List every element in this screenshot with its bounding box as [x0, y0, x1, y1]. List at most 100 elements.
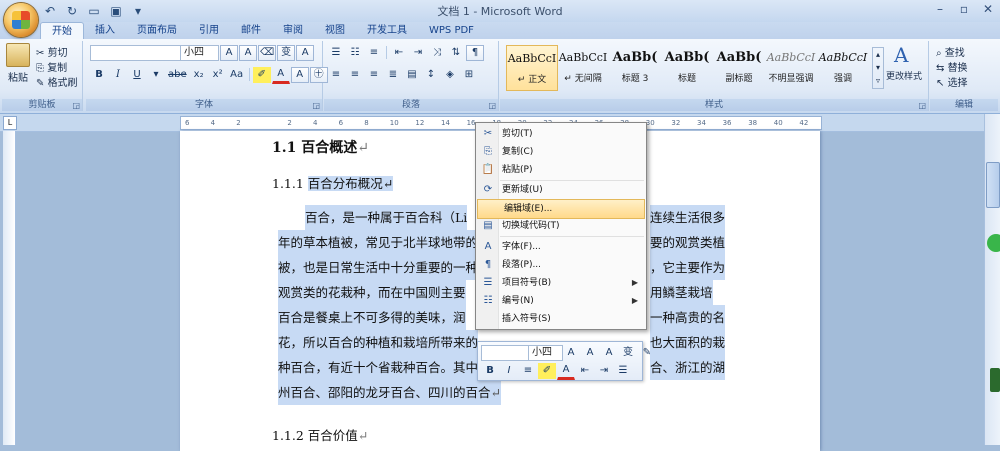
- style-no-spacing[interactable]: AaBbCcI ↵ 无间隔: [558, 45, 608, 89]
- save-icon[interactable]: ▣: [108, 3, 124, 19]
- tab-wps-pdf[interactable]: WPS PDF: [418, 22, 485, 39]
- grow-font-button[interactable]: A: [220, 44, 238, 61]
- office-button[interactable]: [4, 3, 38, 37]
- tab-review[interactable]: 审阅: [272, 22, 314, 39]
- char-shading-button[interactable]: A: [290, 66, 309, 83]
- menu-item-insert-symbol[interactable]: 插入符号(S): [476, 310, 646, 328]
- style-heading-3[interactable]: AaBb( 标题 3: [610, 45, 660, 89]
- dialog-launcher-icon[interactable]: ◲: [312, 101, 320, 110]
- style-emphasis[interactable]: AaBbCcI 强调: [818, 45, 868, 89]
- show-marks-icon[interactable]: ¶: [466, 44, 484, 61]
- char-border-button[interactable]: A: [296, 44, 315, 61]
- tab-mailings[interactable]: 邮件: [230, 22, 272, 39]
- vertical-ruler[interactable]: [3, 131, 16, 445]
- sort-icon[interactable]: ⇅: [447, 45, 465, 61]
- qat-dropdown-icon[interactable]: ▾: [130, 3, 146, 19]
- mini-shrink-font-icon[interactable]: A: [581, 345, 599, 361]
- mini-format-painter-icon[interactable]: ✎: [638, 345, 656, 361]
- superscript-button[interactable]: x²: [209, 67, 227, 83]
- style-normal[interactable]: AaBbCcI ↵ 正文: [506, 45, 558, 91]
- underline-dropdown-icon[interactable]: ▾: [147, 67, 165, 83]
- mini-font-size-input[interactable]: 小四: [528, 345, 563, 361]
- menu-item-paragraph[interactable]: ¶ 段落(P)...: [476, 256, 646, 274]
- mini-bullets-icon[interactable]: ☰: [614, 363, 632, 379]
- phonetic-button[interactable]: 变: [277, 44, 296, 61]
- align-left-icon[interactable]: ≡: [327, 67, 345, 83]
- mini-font-name-input[interactable]: [481, 345, 530, 361]
- shading-icon[interactable]: ◈: [441, 67, 459, 83]
- style-subtle-emphasis[interactable]: AaBbCcI 不明显强调: [766, 45, 816, 89]
- mini-styles-icon[interactable]: A: [600, 345, 618, 361]
- subscript-button[interactable]: x₂: [190, 67, 208, 83]
- copy-button[interactable]: ⎘ 复制: [36, 59, 67, 74]
- change-case-button[interactable]: Aa: [228, 67, 246, 83]
- mini-font-color-icon[interactable]: A: [557, 362, 575, 380]
- align-right-icon[interactable]: ≡: [365, 67, 383, 83]
- menu-item-update-field[interactable]: ⟳ 更新域(U): [476, 181, 646, 199]
- change-styles-button[interactable]: 更改样式: [886, 69, 922, 82]
- menu-item-font[interactable]: A 字体(F)...: [476, 238, 646, 256]
- mini-phonetic-icon[interactable]: 变: [619, 345, 637, 361]
- menu-item-paste[interactable]: 📋 粘贴(P): [476, 161, 646, 179]
- paste-button[interactable]: 粘贴: [8, 69, 28, 84]
- dialog-launcher-icon[interactable]: ◲: [918, 101, 926, 110]
- menu-item-toggle-field-codes[interactable]: ▤ 切换域代码(T): [476, 217, 646, 235]
- undo-icon[interactable]: ↶: [42, 3, 58, 19]
- select-button[interactable]: ↖ 选择: [936, 74, 968, 89]
- format-painter-button[interactable]: ✎ 格式刷: [36, 74, 78, 89]
- style-title[interactable]: AaBb( 标题: [662, 45, 712, 89]
- numbering-icon[interactable]: ☷: [346, 45, 364, 61]
- increase-indent-icon[interactable]: ⇥: [409, 45, 427, 61]
- close-icon[interactable]: ✕: [976, 0, 1000, 18]
- style-subtitle[interactable]: AaBb( 副标题: [714, 45, 764, 89]
- new-doc-icon[interactable]: ▭: [86, 3, 102, 19]
- bullets-icon[interactable]: ☰: [327, 45, 345, 61]
- menu-item-cut[interactable]: ✂ 剪切(T): [476, 125, 646, 143]
- paste-icon[interactable]: [6, 43, 30, 67]
- distributed-icon[interactable]: ▤: [403, 67, 421, 83]
- menu-item-numbering[interactable]: ☷ 编号(N) ▶: [476, 292, 646, 310]
- menu-item-edit-field[interactable]: 编辑域(E)...: [477, 199, 645, 219]
- borders-icon[interactable]: ⊞: [460, 67, 478, 83]
- tab-developer[interactable]: 开发工具: [356, 22, 418, 39]
- menu-item-bullets[interactable]: ☰ 项目符号(B) ▶: [476, 274, 646, 292]
- scrollbar-thumb[interactable]: [986, 162, 1000, 208]
- multilevel-list-icon[interactable]: ≡: [365, 45, 383, 61]
- highlight-icon[interactable]: ✐: [252, 66, 271, 83]
- font-color-button[interactable]: A: [271, 66, 290, 84]
- cut-button[interactable]: ✂ 剪切: [36, 44, 68, 59]
- font-name-input[interactable]: [90, 45, 181, 61]
- mini-grow-font-icon[interactable]: A: [562, 345, 580, 361]
- menu-item-copy[interactable]: ⎘ 复制(C): [476, 143, 646, 161]
- tab-home[interactable]: 开始: [40, 22, 84, 40]
- minimize-icon[interactable]: –: [928, 0, 952, 18]
- italic-button[interactable]: I: [109, 67, 127, 83]
- maximize-icon[interactable]: ▫: [952, 0, 976, 18]
- find-button[interactable]: ⌕ 查找: [936, 44, 965, 59]
- mini-italic-icon[interactable]: I: [500, 363, 518, 379]
- redo-icon[interactable]: ↻: [64, 3, 80, 19]
- tab-insert[interactable]: 插入: [84, 22, 126, 39]
- tab-references[interactable]: 引用: [188, 22, 230, 39]
- mini-increase-indent-icon[interactable]: ⇥: [595, 363, 613, 379]
- dialog-launcher-icon[interactable]: ◲: [72, 101, 80, 110]
- mini-align-icon[interactable]: ≡: [519, 363, 537, 379]
- align-center-icon[interactable]: ≡: [346, 67, 364, 83]
- tab-selector-icon[interactable]: L: [3, 116, 17, 130]
- mini-highlight-icon[interactable]: ✐: [538, 362, 556, 379]
- tab-page-layout[interactable]: 页面布局: [126, 22, 188, 39]
- decrease-indent-icon[interactable]: ⇤: [390, 45, 408, 61]
- mini-decrease-indent-icon[interactable]: ⇤: [576, 363, 594, 379]
- underline-button[interactable]: U: [128, 67, 146, 83]
- change-styles-icon[interactable]: A: [894, 43, 908, 67]
- replace-button[interactable]: ⇆ 替换: [936, 59, 968, 74]
- mini-bold-icon[interactable]: B: [481, 363, 499, 379]
- font-size-input[interactable]: 小四: [180, 45, 219, 61]
- chinese-layout-icon[interactable]: ⤨: [428, 45, 446, 61]
- tab-view[interactable]: 视图: [314, 22, 356, 39]
- bold-button[interactable]: B: [90, 67, 108, 83]
- clear-format-button[interactable]: ⌫: [258, 44, 277, 61]
- shrink-font-button[interactable]: A: [239, 44, 257, 61]
- strikethrough-button[interactable]: abe: [166, 67, 189, 83]
- dialog-launcher-icon[interactable]: ◲: [488, 101, 496, 110]
